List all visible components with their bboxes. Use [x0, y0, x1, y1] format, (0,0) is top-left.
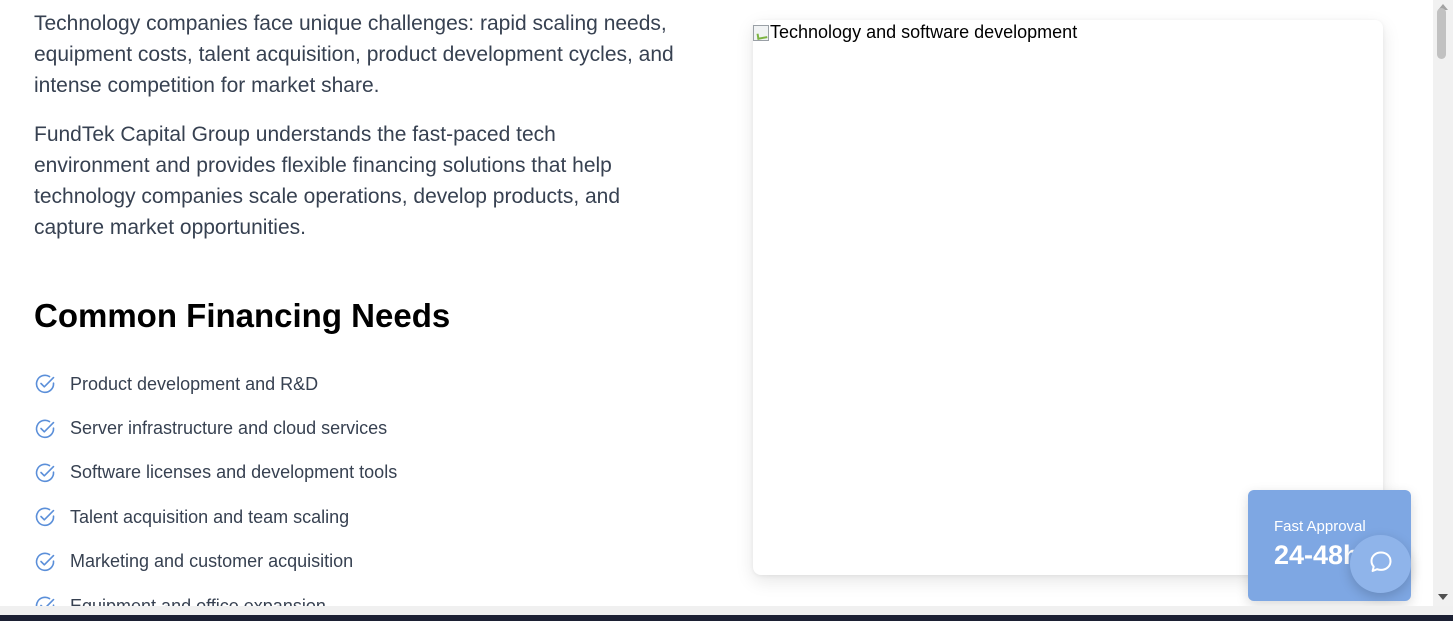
hero-image-alt-text: Technology and software development [770, 22, 1078, 42]
list-item-label: Marketing and customer acquisition [70, 551, 354, 572]
horizontal-scroll-track [0, 606, 1453, 615]
check-circle-icon [34, 595, 56, 606]
broken-image-icon [753, 24, 769, 41]
check-circle-icon [34, 506, 56, 528]
check-circle-icon [34, 373, 56, 395]
check-circle-icon [34, 551, 56, 573]
financing-needs-list: Product development and R&D Server infra… [34, 362, 397, 606]
intro-paragraph: Technology companies face unique challen… [34, 12, 674, 97]
intro-section: Technology companies face unique challen… [34, 8, 674, 243]
scrollbar-thumb[interactable] [1437, 8, 1446, 59]
check-circle-icon [34, 462, 56, 484]
section-heading: Common Financing Needs [34, 297, 451, 334]
list-item-label: Software licenses and development tools [70, 462, 398, 483]
list-item-label: Equipment and office expansion [70, 595, 326, 606]
chat-bubble-icon [1368, 549, 1394, 580]
list-item: Product development and R&D [34, 362, 397, 406]
chat-button[interactable] [1350, 535, 1411, 593]
approval-value: 24-48h [1274, 540, 1360, 570]
list-item: Server infrastructure and cloud services [34, 406, 397, 450]
check-circle-icon [34, 418, 56, 440]
list-item: Talent acquisition and team scaling [34, 495, 397, 539]
scroll-down-arrow-icon[interactable] [1433, 590, 1453, 604]
taskbar [0, 615, 1453, 621]
list-item-label: Talent acquisition and team scaling [70, 506, 350, 527]
list-item: Software licenses and development tools [34, 451, 397, 495]
page-viewport: Technology companies face unique challen… [0, 0, 1433, 606]
vertical-scrollbar[interactable] [1433, 0, 1453, 606]
intro-paragraph: FundTek Capital Group understands the fa… [34, 123, 621, 239]
approval-label: Fast Approval [1274, 518, 1366, 535]
list-item: Equipment and office expansion [34, 584, 397, 606]
list-item: Marketing and customer acquisition [34, 540, 397, 584]
hero-image: Technology and software development [753, 22, 1077, 43]
list-item-label: Server infrastructure and cloud services [70, 418, 388, 439]
list-item-label: Product development and R&D [70, 373, 319, 394]
